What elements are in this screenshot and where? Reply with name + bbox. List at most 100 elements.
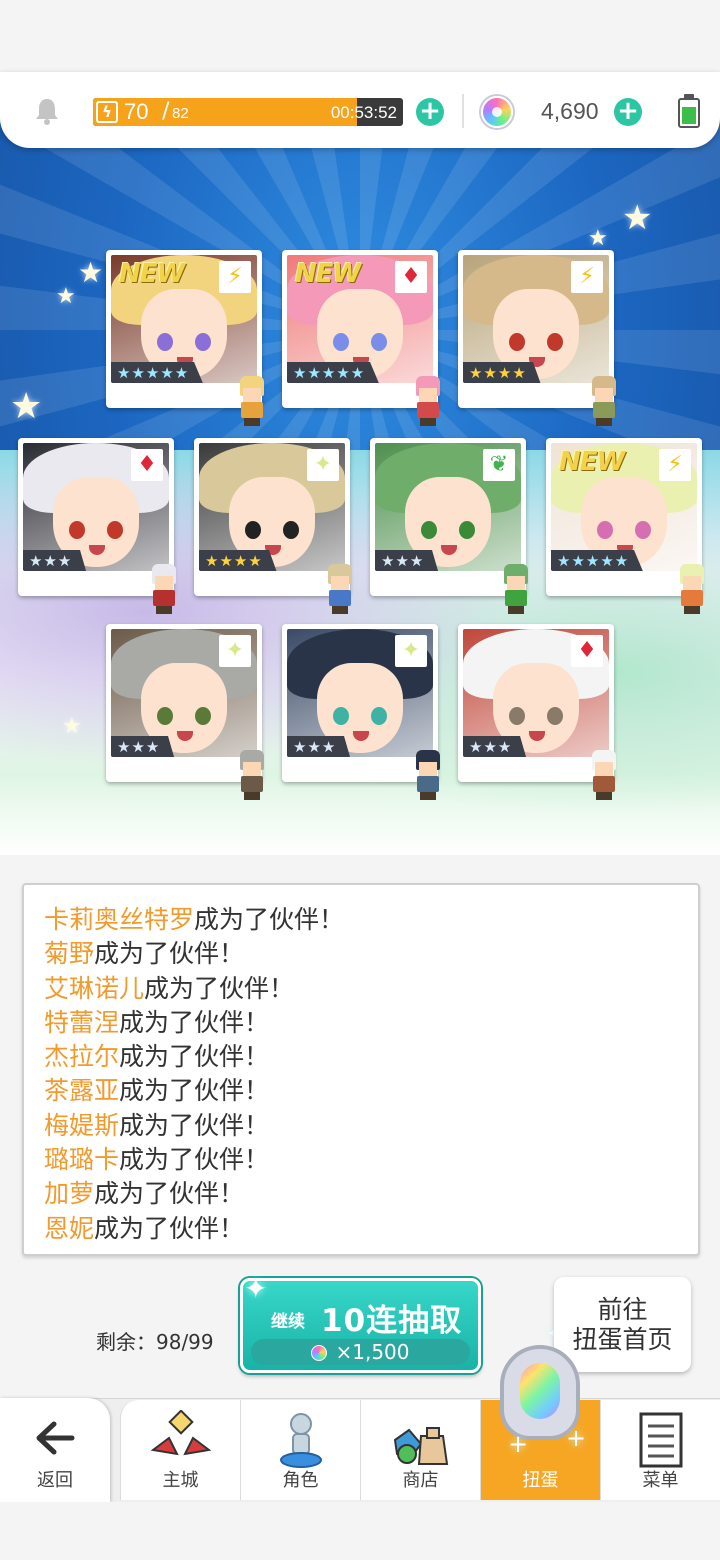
pixel-sprite — [232, 376, 272, 426]
character-icon — [280, 1413, 322, 1468]
nav-menu-label: 菜单 — [642, 1470, 679, 1491]
draw-10-button[interactable]: 继续 10连抽取 ×1,500 — [240, 1278, 481, 1373]
gacha-home-line1: 前往 — [597, 1295, 648, 1324]
rarity-stars: ★★★ — [287, 736, 351, 757]
menu-icon — [639, 1412, 683, 1468]
character-card[interactable]: ✦ ★★★ — [106, 624, 264, 800]
nav-character-label: 角色 — [282, 1470, 319, 1491]
star-decoration: ★ — [78, 256, 104, 289]
character-portrait: ♦ ★★★ — [23, 443, 169, 571]
nav-castle[interactable]: 主城 — [120, 1400, 240, 1500]
pixel-sprite — [408, 376, 448, 426]
nav-menu[interactable]: 菜单 — [600, 1400, 720, 1500]
stamina-max: 82 — [172, 105, 189, 122]
nav-gacha-label: 扭蛋 — [522, 1470, 559, 1491]
pixel-sprite — [320, 564, 360, 614]
new-badge: NEW — [559, 447, 625, 477]
new-badge: NEW — [119, 259, 185, 289]
character-portrait: NEW ♦ ★★★★★ — [287, 255, 433, 383]
battery-icon — [678, 98, 700, 128]
rarity-stars: ★★★★★ — [287, 362, 380, 383]
element-icon: ✦ — [395, 635, 427, 667]
stamina-bar: ϟ 70 / 82 00:53:52 — [93, 98, 403, 126]
back-label: 返回 — [37, 1470, 73, 1491]
character-card[interactable]: NEW ⚡ ★★★★★ — [106, 250, 264, 426]
nav-shop[interactable]: 商店 — [360, 1400, 480, 1500]
sparkle-icon: ✦ — [244, 1272, 268, 1305]
sparkle-icon: + — [508, 1430, 529, 1458]
gacha-home-button[interactable]: 前往 扭蛋首页 — [554, 1277, 691, 1372]
bell-icon[interactable] — [32, 96, 62, 126]
stamina-current: 70 — [124, 99, 149, 124]
character-name: 璐璐卡 — [44, 1145, 120, 1175]
log-text: 成为了伙伴！ — [144, 973, 295, 1003]
character-portrait: ✦ ★★★ — [111, 629, 257, 757]
star-decoration: ★ — [56, 284, 76, 309]
rarity-stars: ★★★ — [375, 550, 439, 571]
result-log: 卡莉奥丝特罗成为了伙伴！ 菊野成为了伙伴！ 艾琳诺儿成为了伙伴！ 特蕾涅成为了伙伴！杰… — [22, 883, 700, 1256]
character-portrait: NEW ⚡ ★★★★★ — [551, 443, 697, 571]
log-line: 菊野成为了伙伴！ — [44, 937, 698, 971]
pixel-sprite — [672, 564, 712, 614]
character-portrait: NEW ⚡ ★★★★★ — [111, 255, 257, 383]
log-text: 成为了伙伴！ — [119, 1007, 270, 1037]
element-icon: ⚡ — [219, 261, 251, 293]
character-card[interactable]: ♦ ★★★ — [18, 438, 176, 614]
star-decoration: ★ — [622, 198, 653, 238]
rarity-stars: ★★★ — [463, 736, 527, 757]
element-icon: ✦ — [219, 635, 251, 667]
draw-cost-value: ×1,500 — [335, 1340, 410, 1364]
log-text: 成为了伙伴！ — [94, 939, 245, 969]
log-text: 成为了伙伴！ — [119, 1042, 270, 1072]
character-name: 梅媞斯 — [44, 1110, 120, 1140]
character-card[interactable]: ♦ ★★★ — [458, 624, 616, 800]
rarity-stars: ★★★★ — [199, 550, 277, 571]
pixel-sprite — [144, 564, 184, 614]
character-card[interactable]: ✦ ★★★★ — [194, 438, 352, 614]
character-portrait: ♦ ★★★ — [463, 629, 609, 757]
stamina-slash: / — [162, 99, 170, 124]
nav-character[interactable]: 角色 — [240, 1400, 360, 1500]
remaining-count: 剩余：98/99 — [96, 1330, 214, 1354]
pixel-sprite — [232, 750, 272, 800]
add-stamina-button[interactable]: + — [416, 98, 444, 126]
pixel-sprite — [584, 750, 624, 800]
bottom-safe-area — [0, 1502, 720, 1560]
character-card[interactable]: ✦ ★★★ — [282, 624, 440, 800]
log-text: 成为了伙伴！ — [194, 905, 345, 934]
character-name: 卡莉奥丝特罗 — [44, 905, 195, 934]
star-decoration: ★ — [62, 714, 82, 739]
gem-icon — [311, 1345, 328, 1361]
log-line: 杰拉尔成为了伙伴！ — [44, 1040, 698, 1074]
character-card[interactable]: NEW ♦ ★★★★★ — [282, 250, 440, 426]
new-badge: NEW — [295, 259, 361, 289]
draw-cost: ×1,500 — [251, 1339, 470, 1365]
gem-icon — [481, 96, 513, 128]
character-card[interactable]: ⚡ ★★★★ — [458, 250, 616, 426]
log-line: 璐璐卡成为了伙伴！ — [44, 1143, 698, 1177]
star-decoration: ★ — [10, 386, 43, 427]
character-card[interactable]: ❦ ★★★ — [370, 438, 528, 614]
castle-icon — [151, 1410, 211, 1456]
back-button[interactable]: 返回 — [0, 1398, 110, 1502]
element-icon: ⚡ — [659, 449, 691, 481]
gacha-result-stage: ★ ★ ★ ★ ★ ★ NEW ⚡ ★★★★★ NEW ♦ ★★★★★ ⚡ ★★★★ ♦ ★★★ ✦… — [0, 90, 720, 855]
element-icon: ✦ — [307, 449, 339, 481]
log-line: 特蕾涅成为了伙伴！ — [44, 1006, 698, 1040]
log-text: 成为了伙伴！ — [119, 1076, 270, 1106]
element-icon: ⚡ — [571, 261, 603, 293]
divider — [462, 94, 464, 128]
gem-count: 4,690 — [541, 98, 599, 124]
character-portrait: ✦ ★★★★ — [199, 443, 345, 571]
sparkle-icon: + — [566, 1424, 587, 1452]
pixel-sprite — [496, 564, 536, 614]
add-gems-button[interactable]: + — [614, 98, 642, 126]
log-text: 成为了伙伴！ — [119, 1110, 270, 1140]
arrow-left-icon — [36, 1421, 75, 1455]
log-line: 卡莉奥丝特罗成为了伙伴！ — [44, 903, 698, 937]
stamina-timer: 00:53:52 — [330, 103, 397, 122]
continue-label: 继续 — [271, 1312, 305, 1332]
character-card[interactable]: NEW ⚡ ★★★★★ — [546, 438, 704, 614]
nav-shop-label: 商店 — [402, 1470, 439, 1491]
log-line: 茶露亚成为了伙伴！ — [44, 1074, 698, 1108]
